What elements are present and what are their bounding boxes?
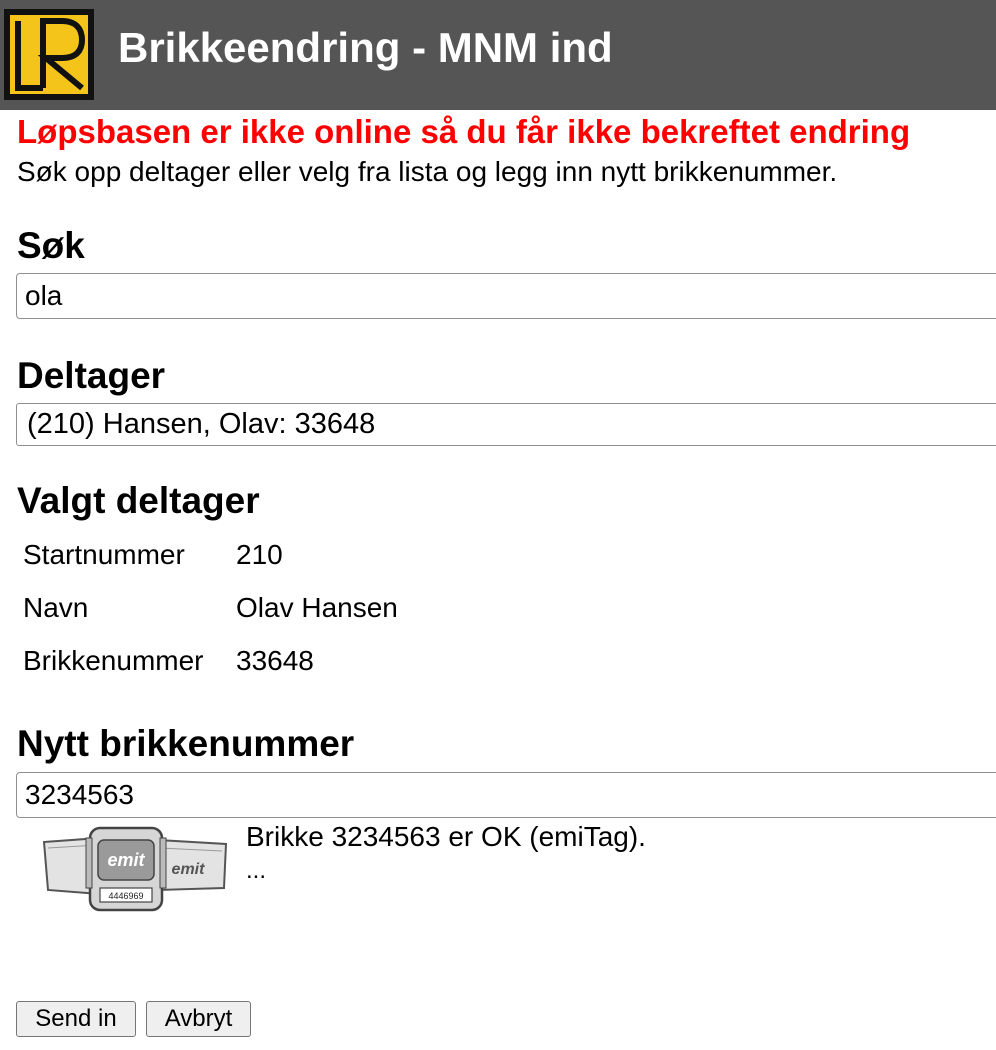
app-title: Brikkeendring - MNM ind <box>118 24 613 71</box>
chip-status-message: Brikke 3234563 er OK (emiTag). <box>246 821 646 852</box>
search-input[interactable] <box>16 273 996 319</box>
name-label: Navn <box>23 592 89 623</box>
send-in-button[interactable]: Send in <box>16 1001 136 1037</box>
participant-heading: Deltager <box>17 355 166 396</box>
chip-status-extra: ... <box>246 857 267 884</box>
participant-select-value: (210) Hansen, Olav: 33648 <box>27 408 376 440</box>
lr-logo-icon <box>15 18 86 91</box>
start-number-label: Startnummer <box>23 539 185 570</box>
intro-text: Søk opp deltager eller velg fra lista og… <box>17 156 838 187</box>
emitag-chip-icon: emit emit 4446969 <box>42 826 228 912</box>
chip-number-label: Brikkenummer <box>23 645 204 676</box>
app-header: Brikkeendring - MNM ind <box>0 0 996 110</box>
participant-select[interactable]: (210) Hansen, Olav: 33648 <box>16 403 996 446</box>
chip-brand-right: emit <box>172 861 206 878</box>
chip-brand-left: emit <box>107 850 145 870</box>
offline-warning: Løpsbasen er ikke online så du får ikke … <box>17 113 911 150</box>
start-number-value: 210 <box>236 539 283 570</box>
chip-number-value: 33648 <box>236 645 314 676</box>
cancel-button[interactable]: Avbryt <box>146 1001 251 1037</box>
lr-logo <box>4 9 94 100</box>
selected-participant-heading: Valgt deltager <box>17 480 260 521</box>
chip-serial: 4446969 <box>108 891 143 901</box>
search-heading: Søk <box>17 225 85 266</box>
new-chip-input[interactable] <box>16 772 996 818</box>
name-value: Olav Hansen <box>236 592 398 623</box>
new-chip-heading: Nytt brikkenummer <box>17 723 355 764</box>
